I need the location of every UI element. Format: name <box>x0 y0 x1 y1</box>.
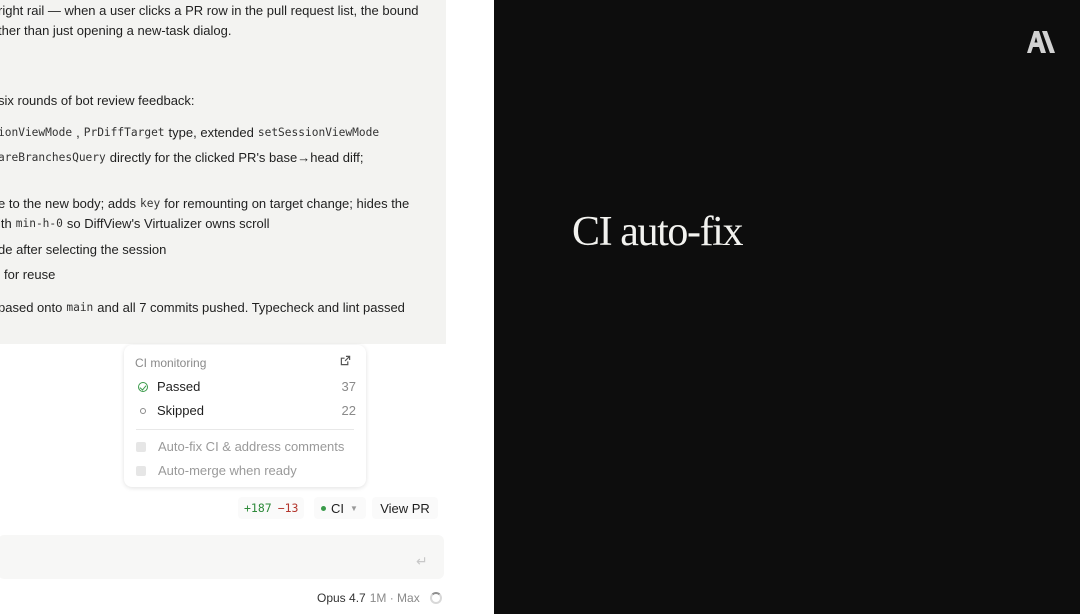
message-line: ith min-h-0 so DiffView's Virtualizer ow… <box>0 216 270 231</box>
message-line: e to the new body; adds key for remounti… <box>0 196 409 211</box>
message-text: pased onto <box>0 300 63 315</box>
message-text: type, extended <box>168 125 254 140</box>
ci-status-label: Skipped <box>157 403 204 418</box>
slide-panel: CI auto-fix <box>494 0 1080 614</box>
message-text: so DiffView's Virtualizer owns scroll <box>66 216 270 231</box>
chevron-down-icon: ▼ <box>350 503 358 513</box>
ci-status-count: 37 <box>341 379 356 394</box>
check-circle-icon <box>136 381 150 392</box>
view-pr-button[interactable]: View PR <box>372 497 438 519</box>
chat-panel: right rail — when a user clicks a PR row… <box>0 0 494 614</box>
auto-merge-option[interactable]: Auto-merge when ready <box>136 463 297 478</box>
message-line: de after selecting the session <box>0 242 167 257</box>
option-label: Auto-merge when ready <box>158 463 297 478</box>
message-line: ionViewMode , PrDiffTarget type, extende… <box>0 125 383 140</box>
inline-code: ionViewMode <box>0 126 73 139</box>
message-text: and all 7 commits pushed. Typecheck and … <box>97 300 405 315</box>
option-label: Auto-fix CI & address comments <box>158 439 345 454</box>
inline-code: min-h-0 <box>15 217 63 230</box>
ci-status-row-skipped[interactable]: Skipped 22 <box>136 403 356 418</box>
ci-label: CI <box>331 500 344 516</box>
ci-status-count: 22 <box>341 403 356 418</box>
anthropic-logo-icon <box>1025 30 1057 54</box>
deletions-count: −13 <box>277 501 299 515</box>
enter-icon[interactable]: ↵ <box>416 553 428 570</box>
inline-code: main <box>66 301 94 314</box>
loading-spinner-icon <box>430 592 442 604</box>
inline-code: key <box>140 197 161 210</box>
checkbox[interactable] <box>136 441 146 452</box>
message-text: ith <box>0 216 12 231</box>
ci-monitoring-title: CI monitoring <box>135 356 207 370</box>
assistant-message: right rail — when a user clicks a PR row… <box>0 0 446 344</box>
message-text: for remounting on target change; hides t… <box>164 196 410 211</box>
message-line: areBranchesQuery directly for the clicke… <box>0 150 363 165</box>
diff-stats-badge[interactable]: +187 −13 <box>238 497 305 519</box>
checkbox[interactable] <box>136 465 146 476</box>
message-line: pased onto main and all 7 commits pushed… <box>0 300 405 315</box>
model-name: Opus 4.7 <box>317 591 366 605</box>
message-text: e to the new body; adds <box>0 196 137 211</box>
circle-outline-icon <box>136 407 150 414</box>
ci-status-button[interactable]: CI ▼ <box>314 497 366 519</box>
message-line: for reuse <box>4 267 56 282</box>
model-selector[interactable]: Opus 4.7 1M · Max <box>317 591 420 605</box>
ci-status-row-passed[interactable]: Passed 37 <box>136 379 356 394</box>
message-input[interactable] <box>0 535 444 579</box>
message-text: directly for the clicked PR's base→head … <box>109 150 364 165</box>
ci-monitoring-popover: CI monitoring Passed 37 Skipped 22 Auto-… <box>124 345 366 487</box>
auto-fix-ci-option[interactable]: Auto-fix CI & address comments <box>136 439 344 454</box>
ci-status-dot <box>321 505 326 511</box>
inline-code: PrDiffTarget <box>83 126 165 139</box>
inline-code: areBranchesQuery <box>0 151 106 164</box>
message-line: ther than just opening a new-task dialog… <box>0 23 232 38</box>
slide-title: CI auto-fix <box>572 209 743 255</box>
divider <box>136 429 354 430</box>
ci-status-label: Passed <box>157 379 201 394</box>
message-line: right rail — when a user clicks a PR row… <box>0 3 419 18</box>
additions-count: +187 <box>244 501 272 515</box>
message-line: six rounds of bot review feedback: <box>0 93 195 108</box>
external-link-icon[interactable] <box>340 355 352 367</box>
inline-code: setSessionViewMode <box>257 126 380 139</box>
model-meta: 1M · Max <box>369 591 420 605</box>
